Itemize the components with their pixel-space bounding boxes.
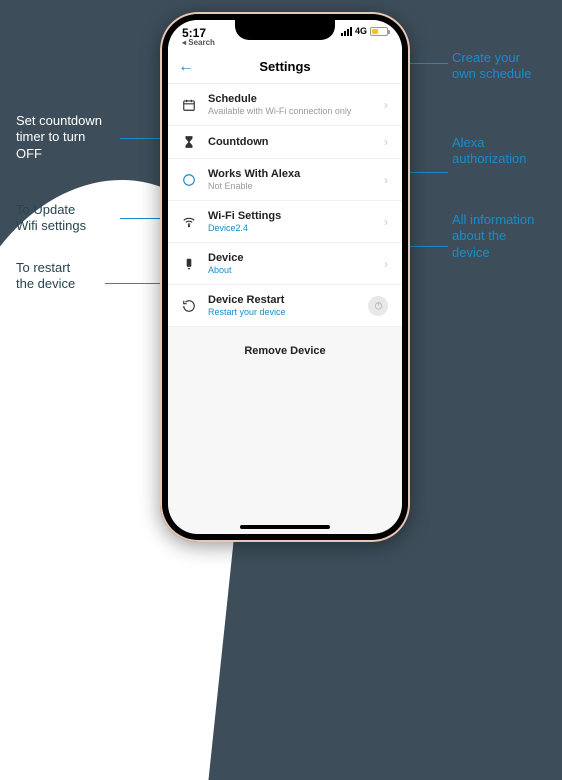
hourglass-icon: [182, 135, 196, 149]
home-indicator[interactable]: [240, 525, 330, 529]
device-icon: [182, 257, 196, 271]
row-subtitle: Device2.4: [208, 223, 372, 233]
power-icon: [368, 296, 388, 316]
restart-icon: [182, 299, 196, 313]
annotation-schedule: Create your own schedule: [452, 50, 532, 83]
wifi-icon: [182, 215, 196, 229]
chevron-right-icon: ›: [384, 173, 388, 187]
row-subtitle: Not Enable: [208, 181, 372, 191]
row-restart[interactable]: Device Restart Restart your device: [168, 285, 402, 327]
remove-device-button[interactable]: Remove Device: [168, 327, 402, 375]
header: ← Settings: [168, 50, 402, 84]
row-title: Device: [208, 252, 372, 264]
screen: 5:17 ◂ Search 4G ← Settings Schedul: [168, 20, 402, 534]
notch: [235, 20, 335, 40]
annotation-countdown: Set countdown timer to turn OFF: [16, 113, 102, 162]
back-button[interactable]: ←: [178, 58, 194, 76]
row-wifi[interactable]: Wi-Fi Settings Device2.4 ›: [168, 201, 402, 243]
row-countdown[interactable]: Countdown ›: [168, 126, 402, 159]
chevron-right-icon: ›: [384, 257, 388, 271]
page-title: Settings: [259, 59, 310, 74]
phone-frame: 5:17 ◂ Search 4G ← Settings Schedul: [160, 12, 410, 542]
row-device[interactable]: Device About ›: [168, 243, 402, 285]
chevron-right-icon: ›: [384, 215, 388, 229]
row-subtitle: Available with Wi-Fi connection only: [208, 106, 372, 116]
row-title: Works With Alexa: [208, 168, 372, 180]
row-subtitle: About: [208, 265, 372, 275]
alexa-icon: [182, 173, 196, 187]
row-title: Device Restart: [208, 294, 356, 306]
row-subtitle: Restart your device: [208, 307, 356, 317]
signal-icon: [341, 27, 352, 36]
chevron-right-icon: ›: [384, 98, 388, 112]
row-title: Wi-Fi Settings: [208, 210, 372, 222]
battery-icon: [370, 27, 388, 36]
annotation-device-info: All information about the device: [452, 212, 534, 261]
row-title: Schedule: [208, 93, 372, 105]
calendar-icon: [182, 98, 196, 112]
chevron-right-icon: ›: [384, 135, 388, 149]
status-search-back[interactable]: ◂ Search: [182, 38, 215, 47]
row-alexa[interactable]: Works With Alexa Not Enable ›: [168, 159, 402, 201]
network-label: 4G: [355, 26, 367, 36]
status-right: 4G: [341, 26, 388, 36]
row-title: Countdown: [208, 136, 372, 148]
annotation-alexa: Alexa authorization: [452, 135, 526, 168]
row-schedule[interactable]: Schedule Available with Wi-Fi connection…: [168, 84, 402, 126]
settings-list: Schedule Available with Wi-Fi connection…: [168, 84, 402, 327]
